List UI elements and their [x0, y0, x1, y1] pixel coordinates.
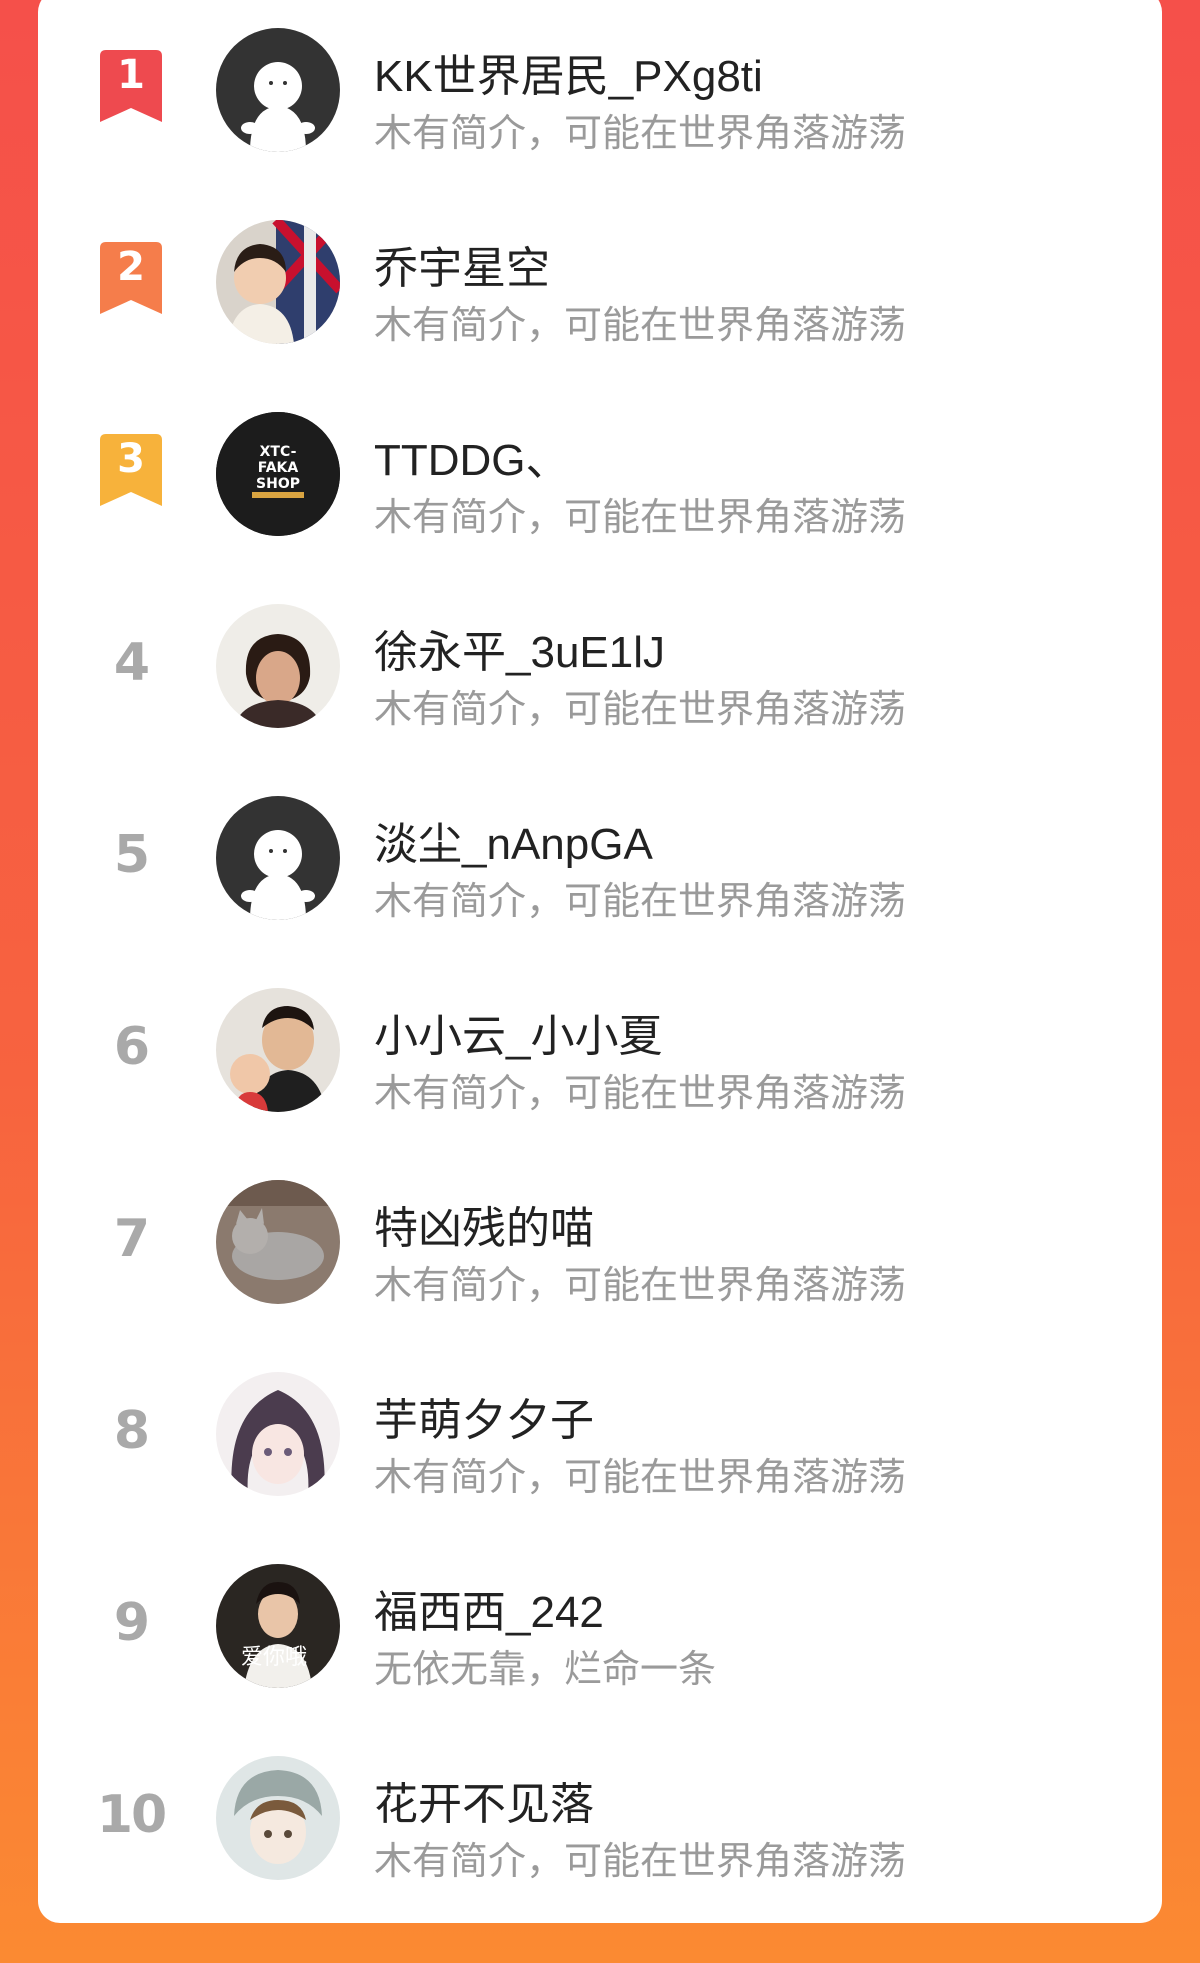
user-bio: 木有简介，可能在世界角落游荡	[374, 689, 907, 731]
user-bio: 木有简介，可能在世界角落游荡	[374, 1457, 907, 1499]
logo-line-2: FAKA	[258, 460, 299, 476]
rank-number: 5	[113, 825, 150, 885]
avatar[interactable]: 爱你哦	[216, 1564, 340, 1688]
rank-label: 10	[86, 1772, 176, 1858]
user-name[interactable]: 徐永平_3uE1lJ	[374, 616, 665, 680]
rank-badge: 2	[86, 236, 176, 322]
rank-badge: 3	[86, 428, 176, 514]
rank-number: 3	[117, 436, 145, 482]
anime-character-avatar-icon	[216, 1756, 340, 1880]
list-item[interactable]: 3 XTC- FAKA SHOP TTDDG、 木有简介，可能在世界角落游荡	[38, 396, 1162, 546]
list-item[interactable]: 8 芋萌夕夕子 木有简介，可能在世界角落游荡	[38, 1356, 1162, 1506]
user-name[interactable]: KK世界居民_PXg8ti	[374, 40, 763, 104]
list-item[interactable]: 1 KK世界居民_PXg8ti 木有简介，可能在世界角落游荡	[38, 12, 1162, 162]
avatar[interactable]	[216, 1756, 340, 1880]
rank-label: 5	[86, 812, 176, 898]
list-item[interactable]: 7 特凶残的喵 木有简介，可能在世界角落游荡	[38, 1164, 1162, 1314]
cat-photo-avatar-icon	[216, 1180, 340, 1304]
child-photo-avatar-icon	[216, 220, 340, 344]
list-item[interactable]: 10 花开不见落 木有简介，可能在世界角落游荡	[38, 1740, 1162, 1890]
avatar[interactable]	[216, 220, 340, 344]
anime-girl-avatar-icon	[216, 1372, 340, 1496]
list-item[interactable]: 9 爱你哦 福西西_242 无依无靠，烂命一条	[38, 1548, 1162, 1698]
user-name[interactable]: 特凶残的喵	[374, 1192, 594, 1256]
rank-badge: 1	[86, 44, 176, 130]
avatar[interactable]: XTC- FAKA SHOP	[216, 412, 340, 536]
user-name[interactable]: 小小云_小小夏	[374, 1000, 662, 1064]
rank-number: 8	[113, 1401, 150, 1461]
avatar-caption: 爱你哦	[241, 1645, 307, 1670]
woman-photo-avatar-icon	[216, 604, 340, 728]
user-name[interactable]: TTDDG、	[374, 424, 570, 488]
rank-label: 6	[86, 1004, 176, 1090]
logo-line-3: SHOP	[256, 476, 300, 492]
rank-number: 4	[113, 633, 150, 693]
user-name[interactable]: 乔宇星空	[374, 232, 550, 296]
user-bio: 木有简介，可能在世界角落游荡	[374, 1841, 907, 1883]
user-name[interactable]: 福西西_242	[374, 1576, 604, 1640]
rank-label: 4	[86, 620, 176, 706]
list-item[interactable]: 2 乔宇星空 木有简介，可能在世界角落游荡	[38, 204, 1162, 354]
rank-number: 6	[113, 1017, 150, 1077]
ranking-list-card: 1 KK世界居民_PXg8ti 木有简介，可能在世界角落游荡 2 乔宇星空 木有…	[38, 0, 1162, 1923]
user-name[interactable]: 芋萌夕夕子	[374, 1384, 594, 1448]
user-name[interactable]: 花开不见落	[374, 1768, 594, 1832]
rank-number: 9	[113, 1593, 150, 1653]
boy-photo-avatar-icon: 爱你哦	[216, 1564, 340, 1688]
user-bio: 木有简介，可能在世界角落游荡	[374, 497, 907, 539]
avatar[interactable]	[216, 1372, 340, 1496]
logo-line-1: XTC-	[260, 444, 297, 460]
list-item[interactable]: 4 徐永平_3uE1lJ 木有简介，可能在世界角落游荡	[38, 588, 1162, 738]
avatar[interactable]	[216, 988, 340, 1112]
rank-label: 7	[86, 1196, 176, 1282]
user-bio: 木有简介，可能在世界角落游荡	[374, 1265, 907, 1307]
rank-number: 2	[117, 244, 145, 290]
father-child-photo-avatar-icon	[216, 988, 340, 1112]
rank-number: 7	[113, 1209, 150, 1269]
user-bio: 木有简介，可能在世界角落游荡	[374, 1073, 907, 1115]
list-item[interactable]: 6 小小云_小小夏 木有简介，可能在世界角落游荡	[38, 972, 1162, 1122]
user-bio: 木有简介，可能在世界角落游荡	[374, 881, 907, 923]
rank-number: 1	[117, 52, 145, 98]
rank-label: 9	[86, 1580, 176, 1666]
user-name[interactable]: 淡尘_nAnpGA	[374, 808, 653, 872]
user-bio: 无依无靠，烂命一条	[374, 1649, 717, 1691]
shop-logo-icon: XTC- FAKA SHOP	[216, 412, 340, 536]
default-ghost-avatar-icon	[216, 28, 340, 152]
rank-number: 10	[96, 1785, 167, 1845]
user-bio: 木有简介，可能在世界角落游荡	[374, 113, 907, 155]
avatar[interactable]	[216, 1180, 340, 1304]
user-bio: 木有简介，可能在世界角落游荡	[374, 305, 907, 347]
rank-label: 8	[86, 1388, 176, 1474]
list-item[interactable]: 5 淡尘_nAnpGA 木有简介，可能在世界角落游荡	[38, 780, 1162, 930]
avatar[interactable]	[216, 28, 340, 152]
avatar[interactable]	[216, 796, 340, 920]
default-ghost-avatar-icon	[216, 796, 340, 920]
avatar[interactable]	[216, 604, 340, 728]
